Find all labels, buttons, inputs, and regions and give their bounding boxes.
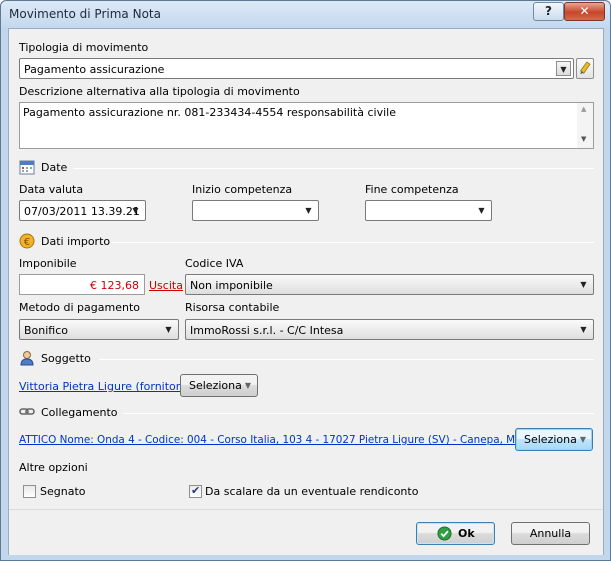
- imponibile-input[interactable]: € 123,68: [19, 274, 145, 295]
- edit-tipologia-button[interactable]: [576, 58, 594, 79]
- descrizione-value: Pagamento assicurazione nr. 081-233434-4…: [23, 106, 396, 119]
- collegamento-section-header: Collegamento: [19, 404, 594, 422]
- divider: [99, 359, 594, 360]
- help-button[interactable]: ?: [533, 2, 564, 21]
- altre-opzioni-title: Altre opzioni: [19, 461, 88, 474]
- descrizione-label: Descrizione alternativa alla tipologia d…: [19, 85, 300, 98]
- scalare-checkbox[interactable]: ✔: [189, 484, 202, 498]
- chevron-down-icon[interactable]: ▼: [301, 203, 316, 218]
- collegamento-link[interactable]: ATTICO Nome: Onda 4 - Codice: 004 - Cors…: [19, 434, 538, 446]
- tipologia-value: Pagamento assicurazione: [24, 63, 165, 76]
- metodo-pagamento-select[interactable]: Bonifico ▼: [19, 319, 179, 340]
- risorsa-contabile-label: Risorsa contabile: [185, 301, 280, 314]
- chevron-down-icon[interactable]: ▼: [556, 61, 571, 76]
- chevron-down-icon[interactable]: ▼: [474, 203, 489, 218]
- check-circle-icon: [437, 526, 452, 541]
- soggetto-seleziona-button[interactable]: Seleziona ▼: [180, 374, 258, 397]
- soggetto-seleziona-label: Seleziona: [189, 379, 242, 392]
- chevron-down-icon[interactable]: ▼: [128, 203, 143, 218]
- chevron-down-icon[interactable]: ▼: [576, 277, 591, 292]
- window-title: Movimento di Prima Nota: [9, 7, 161, 21]
- metodo-pagamento-label: Metodo di pagamento: [19, 301, 140, 314]
- descrizione-textarea[interactable]: Pagamento assicurazione nr. 081-233434-4…: [19, 102, 594, 149]
- dialog-body: Tipologia di movimento Pagamento assicur…: [8, 28, 604, 555]
- risorsa-contabile-select[interactable]: ImmoRossi s.r.l. - C/C Intesa ▼: [185, 319, 594, 340]
- chevron-down-icon[interactable]: ▼: [576, 322, 591, 337]
- euro-coin-icon: €: [19, 233, 35, 249]
- codice-iva-select[interactable]: Non imponibile ▼: [185, 274, 594, 295]
- codice-iva-value: Non imponibile: [190, 279, 273, 292]
- data-valuta-label: Data valuta: [19, 183, 84, 196]
- collegamento-section-title: Collegamento: [41, 406, 118, 419]
- user-icon: [20, 351, 34, 366]
- ok-button[interactable]: Ok: [416, 522, 495, 545]
- chevron-down-icon: ▼: [579, 435, 586, 444]
- segnato-checkbox[interactable]: [23, 485, 36, 498]
- scroll-down-icon[interactable]: ▼: [581, 135, 586, 143]
- link-chain-icon: [19, 408, 35, 415]
- imponibile-label: Imponibile: [19, 257, 77, 270]
- soggetto-section-header: Soggetto: [19, 350, 594, 368]
- calendar-icon: [19, 160, 35, 175]
- metodo-pagamento-value: Bonifico: [24, 324, 69, 337]
- data-valuta-value: 07/03/2011 13.39.21: [24, 205, 140, 218]
- close-button[interactable]: ✕: [564, 2, 605, 21]
- risorsa-contabile-value: ImmoRossi s.r.l. - C/C Intesa: [190, 324, 344, 337]
- fine-competenza-picker[interactable]: ▼: [365, 200, 492, 221]
- soggetto-section-title: Soggetto: [41, 352, 91, 365]
- cancel-button[interactable]: Annulla: [511, 522, 590, 545]
- pencil-icon: [580, 61, 591, 74]
- scrollbar[interactable]: ▲ ▼: [577, 103, 593, 148]
- tipologia-label: Tipologia di movimento: [19, 41, 149, 54]
- dialog-window: Movimento di Prima Nota ? ✕ Tipologia di…: [0, 0, 611, 561]
- imponibile-value: € 123,68: [90, 279, 139, 292]
- svg-text:€: €: [24, 237, 30, 248]
- divider: [123, 413, 594, 414]
- chevron-down-icon: ▼: [244, 381, 251, 390]
- date-section-header: Date: [19, 159, 594, 177]
- divider: [73, 168, 594, 169]
- importo-section-title: Dati importo: [41, 235, 111, 248]
- date-section-title: Date: [41, 161, 68, 174]
- uscita-link[interactable]: Uscita: [149, 279, 183, 292]
- segnato-label: Segnato: [40, 485, 86, 498]
- scroll-up-icon[interactable]: ▲: [581, 105, 586, 113]
- dialog-footer: Ok Annulla: [9, 509, 603, 555]
- data-valuta-picker[interactable]: 07/03/2011 13.39.21 ▼: [19, 200, 146, 221]
- chevron-down-icon[interactable]: ▼: [161, 322, 176, 337]
- title-bar[interactable]: Movimento di Prima Nota ? ✕: [1, 1, 610, 28]
- inizio-competenza-picker[interactable]: ▼: [192, 200, 319, 221]
- collegamento-seleziona-label: Seleziona: [524, 433, 577, 446]
- soggetto-link[interactable]: Vittoria Pietra Ligure (fornitore): [19, 380, 191, 393]
- collegamento-seleziona-button[interactable]: Seleziona ▼: [515, 428, 593, 451]
- importo-section-header: € Dati importo: [19, 233, 594, 251]
- divider: [111, 242, 594, 243]
- ok-label: Ok: [458, 527, 475, 540]
- fine-competenza-label: Fine competenza: [365, 183, 459, 196]
- scalare-label: Da scalare da un eventuale rendiconto: [205, 485, 419, 498]
- codice-iva-label: Codice IVA: [185, 257, 244, 270]
- checkmark-icon: ✔: [191, 484, 201, 497]
- tipologia-select[interactable]: Pagamento assicurazione ▼: [19, 58, 574, 79]
- inizio-competenza-label: Inizio competenza: [192, 183, 293, 196]
